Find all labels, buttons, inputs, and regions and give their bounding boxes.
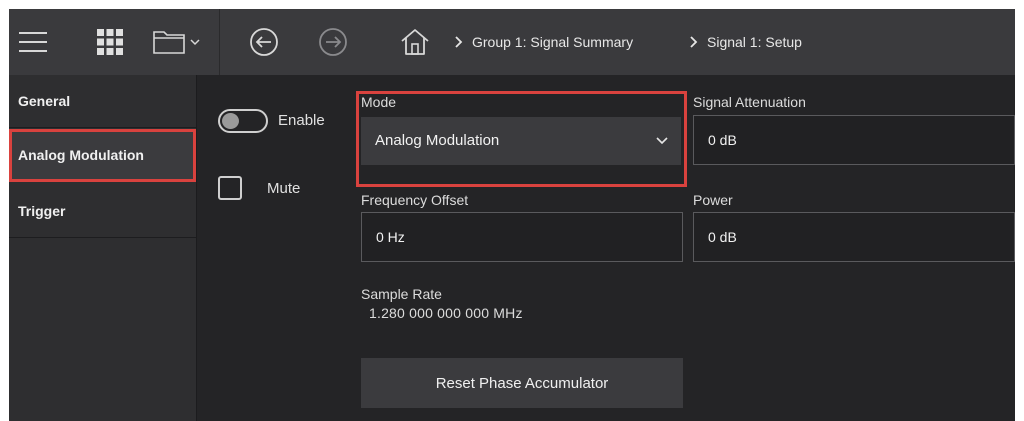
mute-label: Mute xyxy=(267,180,301,197)
back-button[interactable] xyxy=(247,26,281,58)
folder-icon xyxy=(153,31,200,54)
home-button[interactable] xyxy=(397,25,433,59)
signal-attenuation-label: Signal Attenuation xyxy=(693,94,806,110)
power-input[interactable]: 0 dB xyxy=(693,212,1015,262)
enable-toggle[interactable] xyxy=(218,109,268,133)
breadcrumb-item-group[interactable]: Group 1: Signal Summary xyxy=(472,31,633,53)
frequency-offset-input[interactable]: 0 Hz xyxy=(361,212,683,262)
signal-attenuation-input[interactable]: 0 dB xyxy=(693,115,1015,165)
mute-checkbox[interactable] xyxy=(218,176,242,200)
breadcrumb-separator-icon xyxy=(687,31,701,53)
sidebar-item-trigger[interactable]: Trigger xyxy=(9,185,196,238)
enable-label: Enable xyxy=(278,112,325,129)
sample-rate-label: Sample Rate xyxy=(361,286,442,302)
forward-button[interactable] xyxy=(316,26,350,58)
breadcrumb-item-signal[interactable]: Signal 1: Setup xyxy=(707,31,802,53)
sample-rate-value: 1.280 000 000 000 MHz xyxy=(369,305,523,321)
breadcrumb-separator-icon xyxy=(452,31,466,53)
mode-label: Mode xyxy=(361,94,397,110)
app-grid-icon[interactable] xyxy=(93,26,127,58)
chevron-down-icon xyxy=(190,39,200,46)
app-window: Group 1: Signal Summary Signal 1: Setup … xyxy=(9,9,1015,421)
toggle-knob xyxy=(222,113,239,129)
power-label: Power xyxy=(693,192,733,208)
menu-icon[interactable] xyxy=(17,26,49,58)
forward-icon xyxy=(319,28,347,56)
folder-menu[interactable] xyxy=(151,26,207,58)
sidebar: General Analog Modulation Trigger xyxy=(9,75,197,421)
home-icon xyxy=(401,29,429,55)
frequency-offset-label: Frequency Offset xyxy=(361,192,469,208)
back-icon xyxy=(250,28,278,56)
top-toolbar: Group 1: Signal Summary Signal 1: Setup xyxy=(9,9,1015,75)
sidebar-item-general[interactable]: General xyxy=(9,75,196,128)
chevron-down-icon xyxy=(656,137,668,145)
mode-select-value: Analog Modulation xyxy=(375,132,500,149)
sidebar-item-analog-modulation[interactable]: Analog Modulation xyxy=(9,129,196,182)
reset-phase-accumulator-button[interactable]: Reset Phase Accumulator xyxy=(361,358,683,408)
mode-select[interactable]: Analog Modulation xyxy=(361,117,681,165)
settings-panel: Enable Mute Mode Analog Modulation Signa… xyxy=(197,75,1015,421)
